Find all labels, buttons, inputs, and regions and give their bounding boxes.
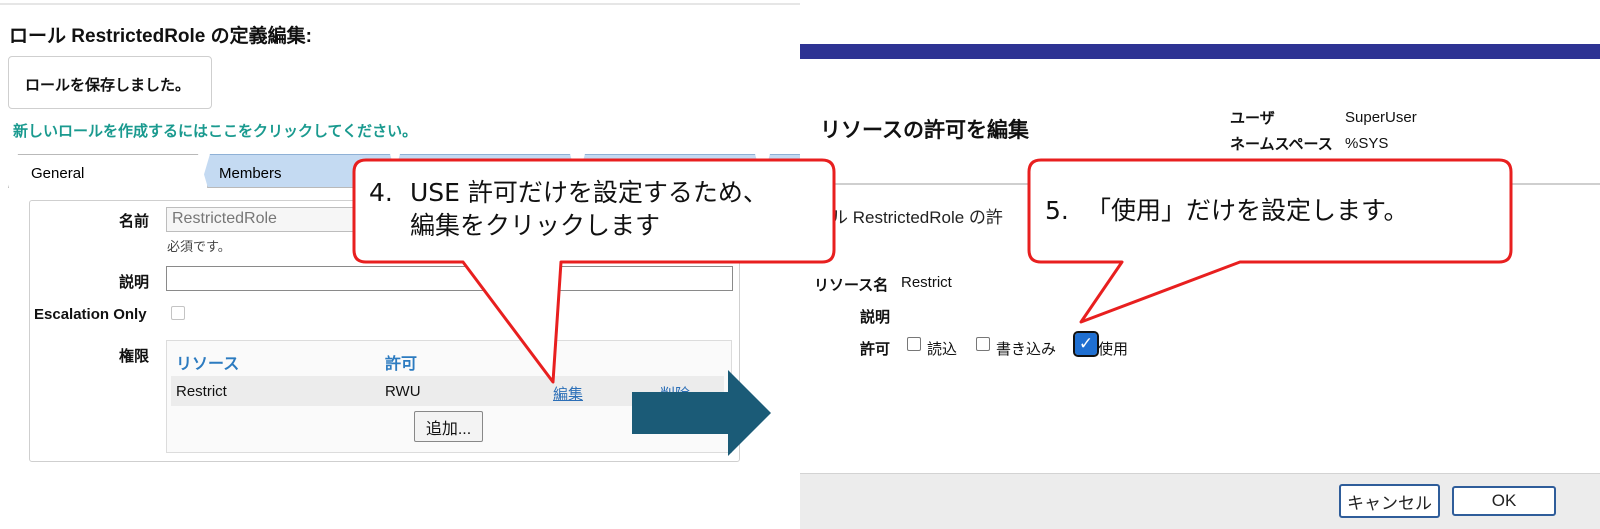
edit-link[interactable]: 編集 [553, 383, 583, 404]
top-divider [0, 3, 815, 5]
column-header-permission: 許可 [385, 356, 418, 373]
use-checkbox[interactable]: ✓ [1073, 331, 1099, 357]
name-field[interactable]: RestrictedRole [166, 207, 386, 232]
dialog-title: リソースの許可を編集 [820, 119, 1029, 142]
column-header-resource: リソース [176, 356, 240, 373]
tab-general-label: General [31, 165, 85, 182]
cancel-button[interactable]: キャンセル [1339, 484, 1440, 518]
create-role-link[interactable]: 新しいロールを作成するにはここをクリックしてください。 [13, 120, 417, 141]
callout-4-text1: USE 許可だけを設定するため、 [410, 178, 768, 207]
page-title: ロール RestrictedRole の定義編集: [9, 26, 312, 47]
saved-message-box: ロールを保存しました。 [8, 56, 212, 109]
escalation-only-checkbox[interactable] [171, 306, 185, 320]
row-permission-cell: RWU [385, 383, 421, 400]
name-label: 名前 [119, 213, 150, 230]
use-checkbox-label: 使用 [1098, 341, 1129, 358]
description-field[interactable] [166, 266, 733, 291]
escalation-only-label: Escalation Only [34, 306, 147, 323]
namespace-label: ネームスペース [1230, 136, 1333, 153]
read-checkbox-label: 読込 [927, 341, 958, 358]
user-value: SuperUser [1345, 109, 1417, 126]
dialog-title-bar [800, 44, 1600, 59]
dialog-divider [800, 183, 1600, 185]
resource-name-value: Restrict [901, 274, 952, 291]
required-note: 必須です。 [167, 239, 231, 254]
write-checkbox[interactable] [976, 337, 990, 351]
callout-4-line1: 4. USE 許可だけを設定するため、 [369, 176, 768, 209]
read-checkbox[interactable] [907, 337, 921, 351]
checkmark-icon: ✓ [1078, 334, 1094, 353]
add-button[interactable]: 追加... [414, 411, 483, 442]
ok-button[interactable]: OK [1452, 486, 1556, 516]
callout-5-number: 5. [1045, 196, 1069, 225]
tab-general[interactable]: General [8, 154, 208, 188]
right-arrow-icon [632, 370, 771, 456]
edit-permission-dialog: リソースの許可を編集 ユーザ SuperUser ネームスペース %SYS ール… [800, 0, 1600, 529]
dialog-subtitle: ール RestrictedRole の許 [814, 208, 1003, 227]
callout-4-number: 4. [369, 178, 393, 207]
write-checkbox-label: 書き込み [996, 341, 1057, 358]
resource-name-label: リソース名 [814, 277, 889, 294]
privileges-label: 権限 [119, 348, 150, 365]
row-resource-cell: Restrict [176, 383, 227, 400]
namespace-value: %SYS [1345, 135, 1389, 152]
permission-label: 許可 [860, 341, 891, 358]
user-label: ユーザ [1230, 110, 1275, 127]
callout-4-line2: 編集をクリックします [410, 211, 661, 240]
callout-5-line: 5. 「使用」だけを設定します。 [1045, 194, 1409, 227]
callout-5-text: 「使用」だけを設定します。 [1086, 196, 1409, 225]
dialog-description-label: 説明 [860, 309, 891, 326]
tab-members-label: Members [219, 165, 282, 182]
description-label: 説明 [119, 274, 150, 291]
